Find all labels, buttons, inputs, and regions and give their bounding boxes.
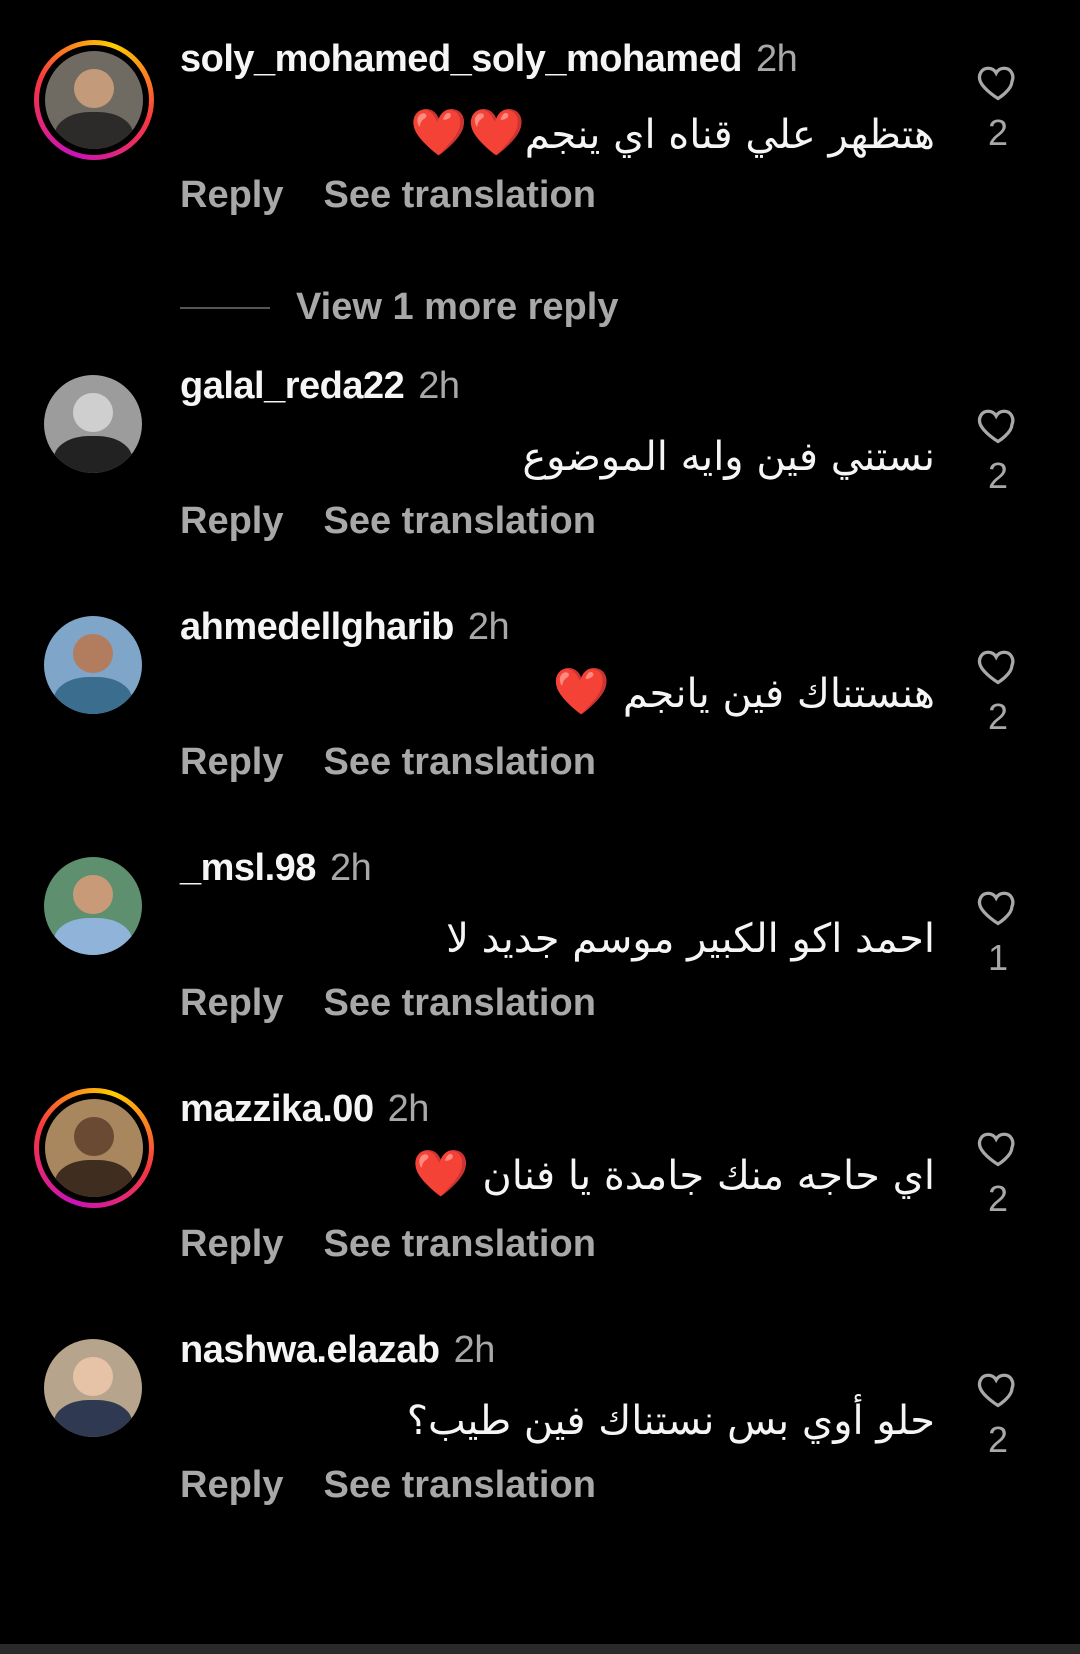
heart-icon[interactable] [976,403,1020,447]
view-more-replies[interactable]: View 1 more reply [180,286,618,329]
comment-username[interactable]: ahmedellgharib 2h [180,606,510,649]
story-ring[interactable] [34,40,154,160]
like-control[interactable]: 2 [970,644,1026,738]
username-text[interactable]: nashwa.elazab [180,1329,440,1371]
like-count: 2 [987,455,1009,496]
reply-button[interactable]: Reply [180,500,283,542]
username-text[interactable]: galal_reda22 [180,365,405,407]
see-translation-button[interactable]: See translation [323,1223,595,1265]
comment-body: نستني فين وايه الموضوع [522,434,935,480]
comment-time: 2h [418,365,460,407]
see-translation-button[interactable]: See translation [323,500,595,542]
comment-username[interactable]: mazzika.00 2h [180,1088,429,1131]
heart-icon[interactable] [976,60,1020,104]
like-control[interactable]: 2 [970,1126,1026,1220]
comment-body: احمد اكو الكبير موسم جديد لا [446,916,935,962]
heart-emoji: ❤️ [552,664,611,718]
like-control[interactable]: 1 [970,885,1026,979]
view-more-label[interactable]: View 1 more reply [296,286,618,329]
comment-actions: Reply See translation [180,500,636,543]
comment-actions: Reply See translation [180,174,636,217]
comment-time: 2h [387,1088,430,1130]
heart-icon[interactable] [976,1126,1020,1170]
comment-username[interactable]: _msl.98 2h [180,847,372,890]
comment-body: حلو أوي بس نستناك فين طيب؟ [406,1398,935,1444]
like-control[interactable]: 2 [970,403,1026,497]
comment-text: حلو أوي بس نستناك فين طيب؟ [407,1391,935,1445]
see-translation-button[interactable]: See translation [323,1464,595,1506]
heart-icon[interactable] [976,1367,1020,1411]
comment-text: نستني فين وايه الموضوع [522,427,935,481]
avatar[interactable] [44,375,142,473]
avatar[interactable] [45,51,143,149]
avatar[interactable] [45,1099,143,1197]
like-count: 2 [987,1178,1009,1219]
username-text[interactable]: soly_mohamed_soly_mohamed [180,38,742,80]
see-translation-button[interactable]: See translation [323,174,595,216]
like-count: 2 [987,696,1009,737]
comment-body: هتظهر علي قناه اي ينجم [524,112,935,158]
heart-emoji: ❤️❤️ [410,105,525,159]
comment-time: 2h [467,606,510,648]
comment-time: 2h [755,38,798,80]
comment-actions: Reply See translation [180,1223,636,1266]
like-control[interactable]: 2 [970,60,1026,154]
bottom-bar [0,1644,1080,1654]
reply-button[interactable]: Reply [180,174,283,216]
see-translation-button[interactable]: See translation [323,982,595,1024]
avatar[interactable] [44,857,142,955]
like-count: 1 [987,937,1009,978]
like-count: 2 [987,1419,1009,1460]
comment-body: اي حاجه منك جامدة يا فنان [482,1153,935,1199]
divider-line [180,306,270,309]
like-control[interactable]: 2 [970,1367,1026,1461]
comment-actions: Reply See translation [180,982,636,1025]
comment-actions: Reply See translation [180,741,636,784]
comment-time: 2h [329,847,372,889]
comment-text: احمد اكو الكبير موسم جديد لا [446,909,935,963]
comment-actions: Reply See translation [180,1464,636,1507]
like-count: 2 [987,112,1009,153]
comment-time: 2h [453,1329,496,1371]
avatar[interactable] [44,616,142,714]
username-text[interactable]: ahmedellgharib [180,606,454,648]
comment-text: هنستناك فين يانجم ❤️ [553,664,935,719]
heart-emoji: ❤️ [412,1146,470,1200]
comment-body: هنستناك فين يانجم [622,671,935,717]
reply-button[interactable]: Reply [180,741,283,783]
story-ring[interactable] [34,1088,154,1208]
reply-button[interactable]: Reply [180,1223,283,1265]
comment-username[interactable]: soly_mohamed_soly_mohamed 2h [180,38,798,81]
comment-text: اي حاجه منك جامدة يا فنان ❤️ [412,1146,935,1201]
heart-icon[interactable] [976,885,1020,929]
reply-button[interactable]: Reply [180,982,283,1024]
username-text[interactable]: _msl.98 [180,847,316,889]
comment-text: هتظهر علي قناه اي ينجم❤️❤️ [410,105,935,160]
comment-username[interactable]: galal_reda22 2h [180,365,460,408]
username-text[interactable]: mazzika.00 [180,1088,374,1130]
heart-icon[interactable] [976,644,1020,688]
see-translation-button[interactable]: See translation [323,741,595,783]
avatar[interactable] [44,1339,142,1437]
reply-button[interactable]: Reply [180,1464,283,1506]
comment-username[interactable]: nashwa.elazab 2h [180,1329,495,1372]
